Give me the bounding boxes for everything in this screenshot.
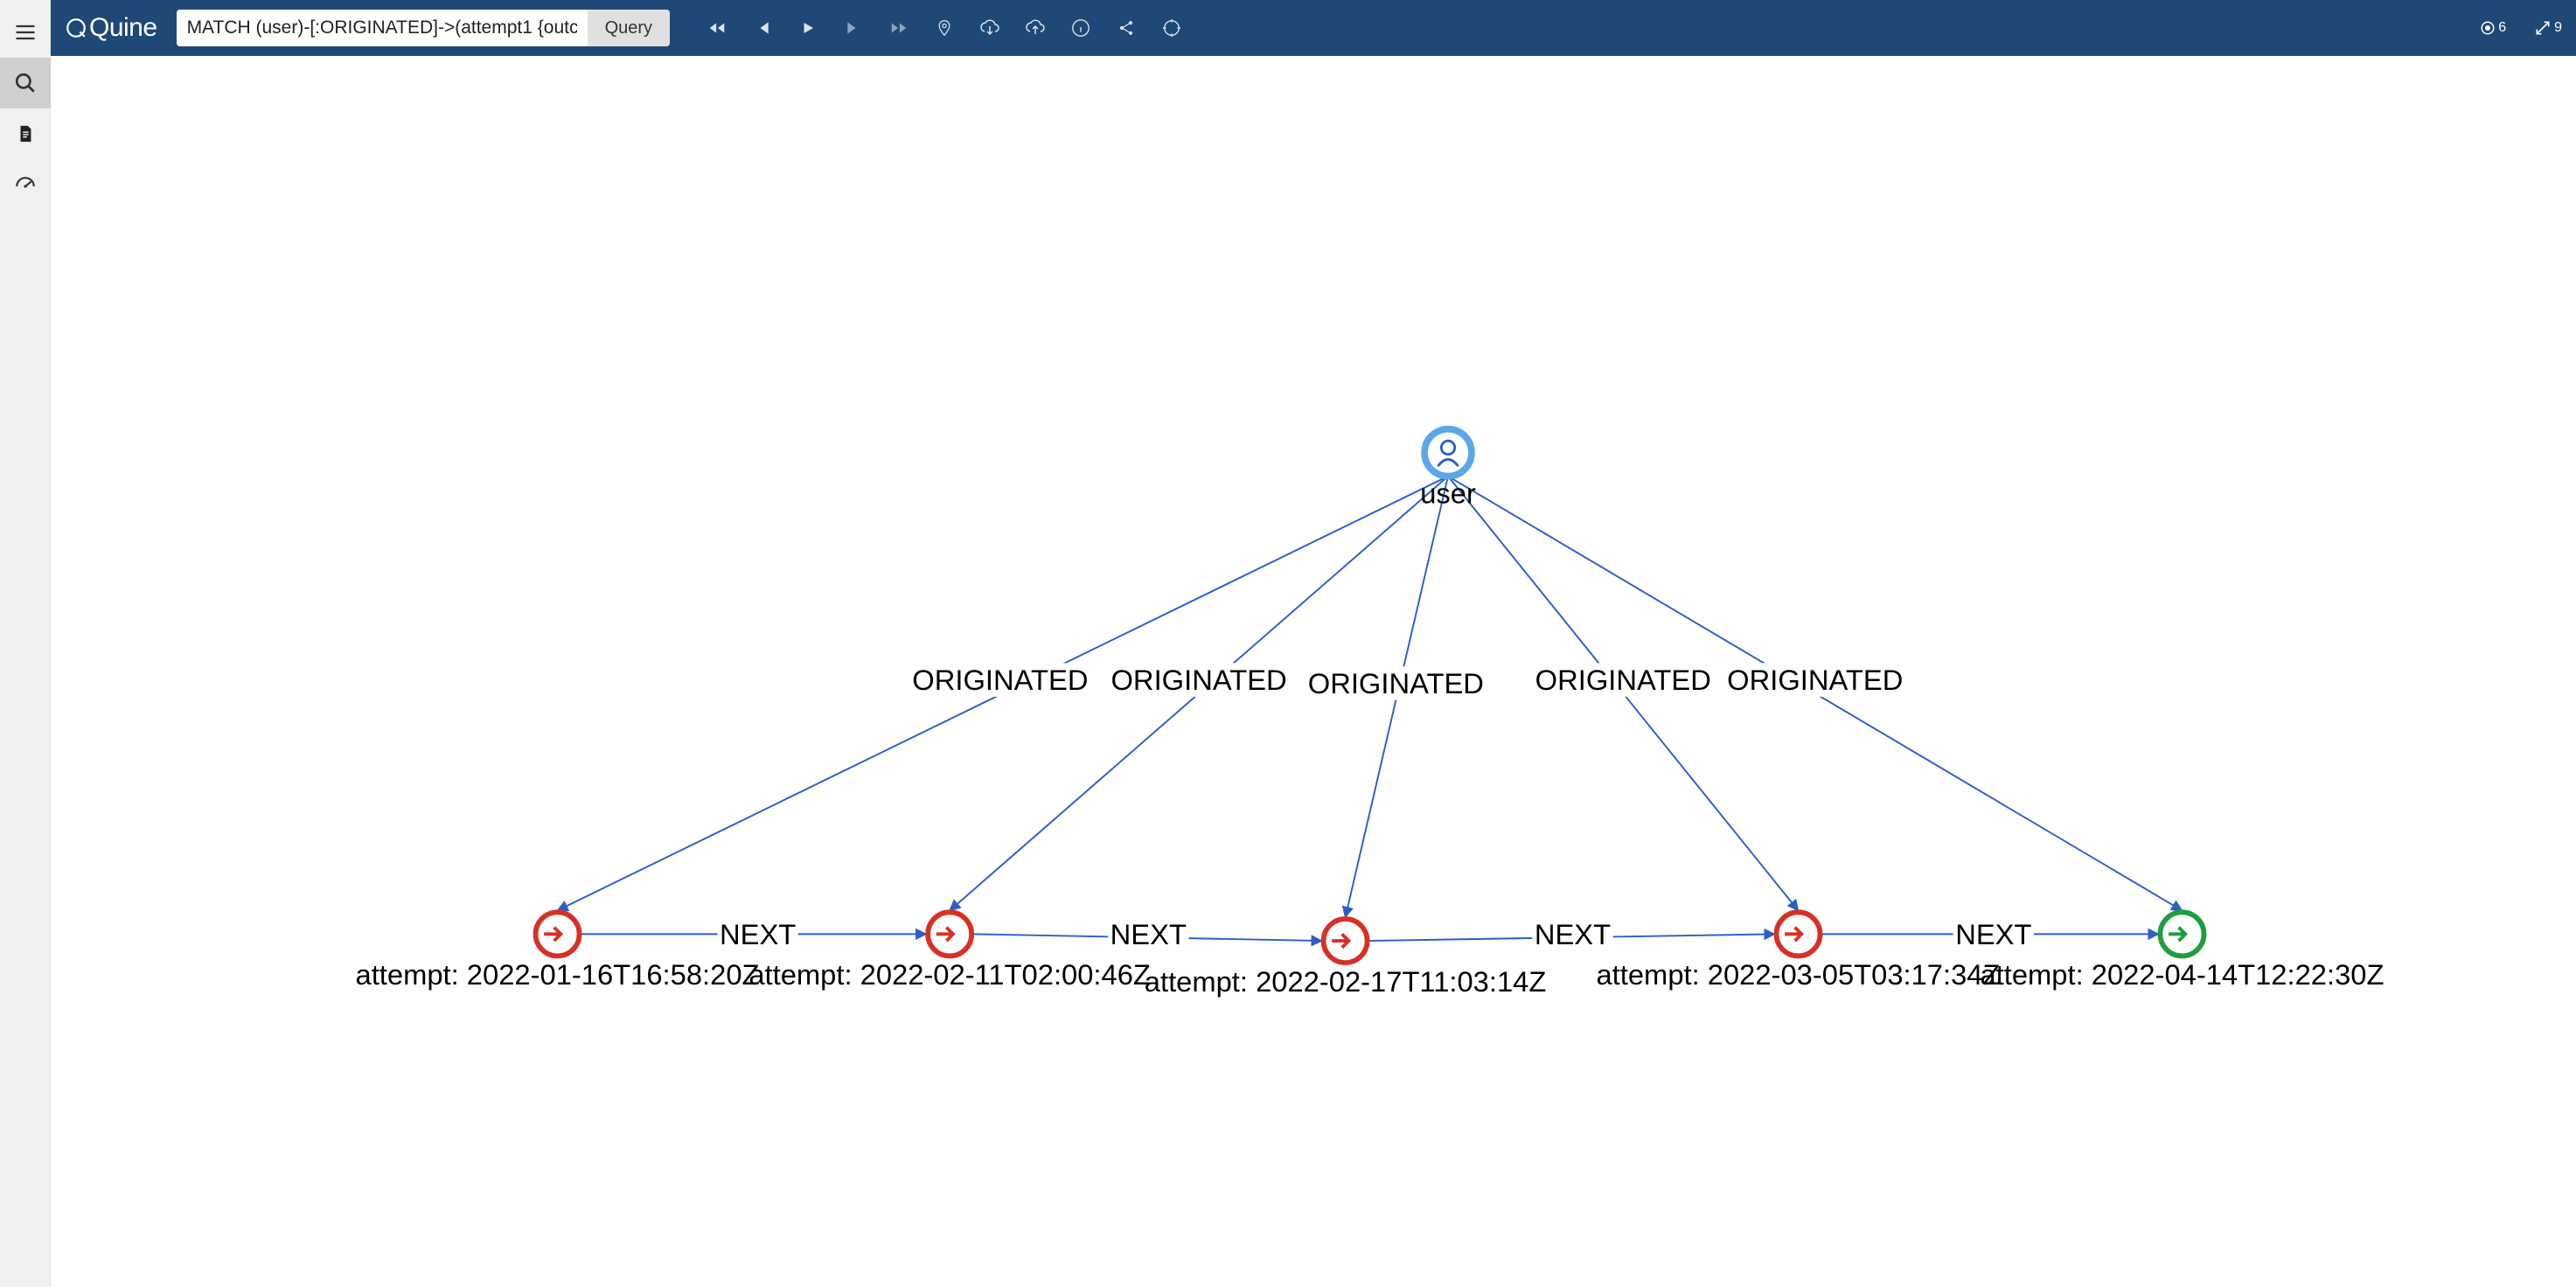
gauge-tab[interactable] xyxy=(0,159,51,210)
next-label: NEXT xyxy=(1535,918,1611,950)
query-input[interactable] xyxy=(177,10,588,46)
edge-count-value: 9 xyxy=(2554,20,2562,36)
download-cloud-icon xyxy=(979,19,1000,37)
pin-icon xyxy=(936,18,953,38)
crosshair-icon xyxy=(1162,18,1181,38)
graph-canvas[interactable]: ORIGINATED ORIGINATED ORIGINATED ORIGINATED… xyxy=(51,56,2576,1287)
next-label: NEXT xyxy=(720,918,796,950)
attempt-node-label: attempt: 2022-01-16T16:58:20Z xyxy=(356,958,760,991)
originated-label: ORIGINATED xyxy=(912,664,1088,696)
docs-tab[interactable] xyxy=(0,108,51,159)
share-icon xyxy=(1117,19,1135,37)
attempt-node-label: attempt: 2022-02-17T11:03:14Z xyxy=(1145,965,1547,998)
originated-label: ORIGINATED xyxy=(1727,664,1903,696)
originated-label: ORIGINATED xyxy=(1308,667,1484,699)
user-node-icon xyxy=(1438,441,1458,466)
upload-cloud-icon xyxy=(1025,19,1046,37)
user-node[interactable] xyxy=(1424,429,1472,477)
attempt-node[interactable] xyxy=(1324,919,1368,963)
upload-button[interactable] xyxy=(1025,17,1046,38)
originated-label: ORIGINATED xyxy=(1110,664,1286,696)
node-count-value: 6 xyxy=(2498,20,2506,36)
graph-svg: ORIGINATED ORIGINATED ORIGINATED ORIGINATED… xyxy=(51,56,2576,1287)
skip-back-button[interactable] xyxy=(752,17,773,38)
rewind-button[interactable] xyxy=(707,17,728,38)
download-button[interactable] xyxy=(979,17,1000,38)
next-label: NEXT xyxy=(1110,918,1187,950)
record-icon xyxy=(2480,20,2496,36)
menu-icon xyxy=(13,20,38,45)
topbar: Quine Query xyxy=(51,0,2576,56)
query-bar: Query xyxy=(177,10,670,46)
document-icon xyxy=(16,124,35,143)
menu-button[interactable] xyxy=(0,7,51,58)
play-icon xyxy=(800,20,816,36)
skip-back-icon xyxy=(754,19,771,37)
brand-mark-icon xyxy=(65,17,87,39)
node-counter[interactable]: 6 xyxy=(2480,20,2506,36)
attempt-node-label: attempt: 2022-03-05T03:17:34Z xyxy=(1596,958,2000,991)
attempt-node-label: attempt: 2022-04-14T12:22:30Z xyxy=(1980,958,2384,991)
gauge-icon xyxy=(14,173,37,196)
attempt-node[interactable] xyxy=(2160,912,2204,956)
crosshair-button[interactable] xyxy=(1161,17,1182,38)
attempt-node[interactable] xyxy=(535,912,579,956)
pin-button[interactable] xyxy=(934,17,955,38)
play-button[interactable] xyxy=(797,17,818,38)
user-node-label: user xyxy=(1420,477,1476,509)
attempt-node[interactable] xyxy=(1776,912,1820,956)
search-tab[interactable] xyxy=(0,58,51,108)
query-button[interactable]: Query xyxy=(588,10,670,46)
attempt-node[interactable] xyxy=(928,912,971,956)
originated-label: ORIGINATED xyxy=(1535,664,1711,696)
brand-text: Quine xyxy=(89,13,157,43)
expand-arrows-icon xyxy=(2534,19,2552,37)
edge-counter[interactable]: 9 xyxy=(2534,19,2562,37)
left-rail xyxy=(0,0,51,1287)
toolbar-icons xyxy=(707,17,1182,38)
fast-forward-icon xyxy=(889,18,909,38)
share-button[interactable] xyxy=(1116,17,1137,38)
brand-logo: Quine xyxy=(65,13,157,43)
attempt-node-label: attempt: 2022-02-11T02:00:46Z xyxy=(748,958,1151,991)
next-label: NEXT xyxy=(1955,918,2031,950)
skip-forward-icon xyxy=(845,19,862,37)
info-button[interactable] xyxy=(1070,17,1091,38)
fast-forward-button[interactable] xyxy=(888,17,909,38)
search-icon xyxy=(14,72,37,94)
info-icon xyxy=(1071,18,1090,38)
skip-forward-button[interactable] xyxy=(843,17,864,38)
rewind-icon xyxy=(707,18,727,38)
